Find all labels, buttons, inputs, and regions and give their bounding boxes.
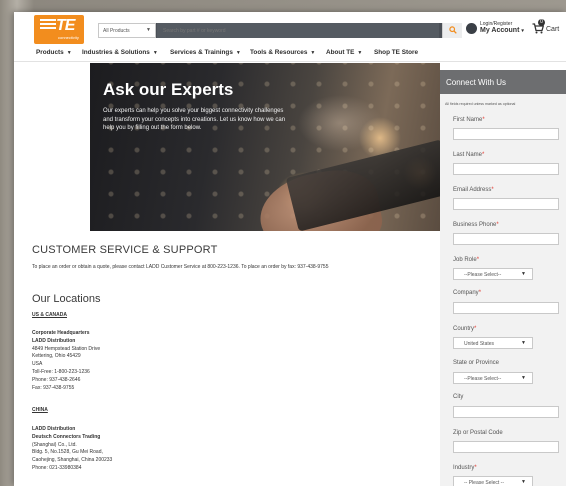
search-icon (449, 26, 457, 34)
logo-subtext: connectivity (58, 35, 79, 40)
address-line: Bldg. 5, No.1528, Gu Mei Road, (32, 449, 103, 456)
header: TE connectivity All Products ▼ Login/Reg… (14, 12, 566, 46)
job-role-label: Job Role* (453, 257, 480, 263)
hq-label: Corporate Headquarters (32, 330, 90, 336)
first-name-label: First Name* (453, 117, 485, 123)
search-category-label: All Products (103, 28, 130, 34)
hero-description: Our experts can help you solve your bigg… (103, 108, 286, 131)
customer-service-heading: CUSTOMER SERVICE & SUPPORT (32, 244, 218, 256)
industry-label: Industry* (453, 465, 477, 471)
city-label: City (453, 394, 464, 400)
last-name-field[interactable] (453, 163, 559, 175)
address-line: Kettering, Ohio 45429 (32, 353, 81, 360)
region-china[interactable]: CHINA (32, 407, 48, 413)
zip-label: Zip or Postal Code (453, 430, 503, 436)
phone-label: Business Phone* (453, 222, 499, 228)
chevron-down-icon: ▼ (521, 479, 526, 485)
connect-form: Connect With Us All fields required unle… (440, 70, 566, 486)
form-required-note: All fields required unless marked as opt… (445, 102, 516, 106)
chevron-down-icon: ▼ (66, 50, 72, 56)
company-name: LADD Distribution (32, 426, 76, 432)
last-name-label: Last Name* (453, 152, 485, 158)
company-name: LADD Distribution (32, 337, 76, 344)
cart-button[interactable]: 0 Cart (532, 19, 566, 39)
chevron-down-icon: ▼ (310, 50, 316, 56)
chevron-down-icon: ▼ (357, 50, 363, 56)
first-name-field[interactable] (453, 128, 559, 140)
address-line: (Shanghai) Co., Ltd. (32, 441, 77, 448)
fax-line: Fax: 937-438-9755 (32, 384, 75, 391)
company-field[interactable] (453, 302, 559, 314)
us-address-block: Corporate Headquarters LADD Distribution… (32, 330, 282, 392)
nav-shop-te-store[interactable]: Shop TE Store (374, 49, 418, 56)
customer-service-text: To place an order or obtain a quote, ple… (32, 264, 329, 270)
chevron-down-icon: ▼ (521, 375, 526, 381)
country-select[interactable]: United States ▼ (453, 337, 533, 349)
state-select[interactable]: --Please Select-- ▼ (453, 372, 533, 384)
cart-count-badge: 0 (538, 19, 545, 26)
job-role-select[interactable]: --Please Select-- ▼ (453, 268, 533, 280)
browser-page: TE connectivity All Products ▼ Login/Reg… (14, 12, 566, 486)
chevron-down-icon: ▼ (521, 340, 526, 346)
chevron-down-icon: ▼ (235, 50, 241, 56)
chevron-down-icon: ▼ (152, 50, 158, 56)
toll-free-line: Toll-Free: 1-800-223-1236 (32, 368, 90, 375)
region-us-canada[interactable]: US & CANADA (32, 312, 67, 318)
company-subname: Deutsch Connectors Trading (32, 433, 101, 440)
user-icon (466, 23, 477, 34)
search-category-select[interactable]: All Products ▼ (98, 23, 156, 38)
nav-services-trainings[interactable]: Services & Trainings ▼ (170, 49, 241, 56)
email-label: Email Address* (453, 187, 494, 193)
nav-tools-resources[interactable]: Tools & Resources ▼ (250, 49, 315, 56)
nav-industries-solutions[interactable]: Industries & Solutions ▼ (82, 49, 158, 56)
locations-heading: Our Locations (32, 293, 101, 305)
zip-field[interactable] (453, 441, 559, 453)
address-line: USA (32, 361, 43, 368)
country-label: Country* (453, 326, 477, 332)
search-bar: All Products ▼ (98, 23, 462, 38)
china-address-block: LADD Distribution Deutsch Connectors Tra… (32, 426, 282, 473)
form-title: Connect With Us (440, 70, 566, 94)
logo-text: TE (56, 17, 75, 34)
company-label: Company* (453, 290, 482, 296)
email-field[interactable] (453, 198, 559, 210)
phone-field[interactable] (453, 233, 559, 245)
hero-title: Ask our Experts (103, 80, 234, 99)
te-logo[interactable]: TE connectivity (34, 15, 84, 44)
phone-line: Phone: 021-33980384 (32, 464, 82, 471)
search-input[interactable] (157, 23, 439, 38)
address-line: Caohejing, Shanghai, China 200233 (32, 457, 113, 464)
city-field[interactable] (453, 406, 559, 418)
phone-line: Phone: 937-438-2646 (32, 376, 81, 383)
chevron-down-icon: ▼ (146, 27, 151, 33)
address-line: 4849 Hempstead Station Drive (32, 345, 101, 352)
chevron-down-icon: ▼ (521, 271, 526, 277)
industry-select[interactable]: -- Please Select -- ▼ (453, 476, 533, 486)
state-label: State or Province (453, 360, 500, 366)
search-button[interactable] (442, 23, 462, 38)
hero-banner: Ask our Experts Our experts can help you… (90, 63, 440, 231)
my-account-label: My Account ▾ (480, 27, 524, 34)
main-nav: Products ▼ Industries & Solutions ▼ Servic… (14, 46, 566, 62)
nav-about-te[interactable]: About TE ▼ (326, 49, 362, 56)
logo-stripes-icon (40, 19, 56, 31)
cart-label: Cart (546, 26, 560, 33)
nav-products[interactable]: Products ▼ (36, 49, 72, 56)
